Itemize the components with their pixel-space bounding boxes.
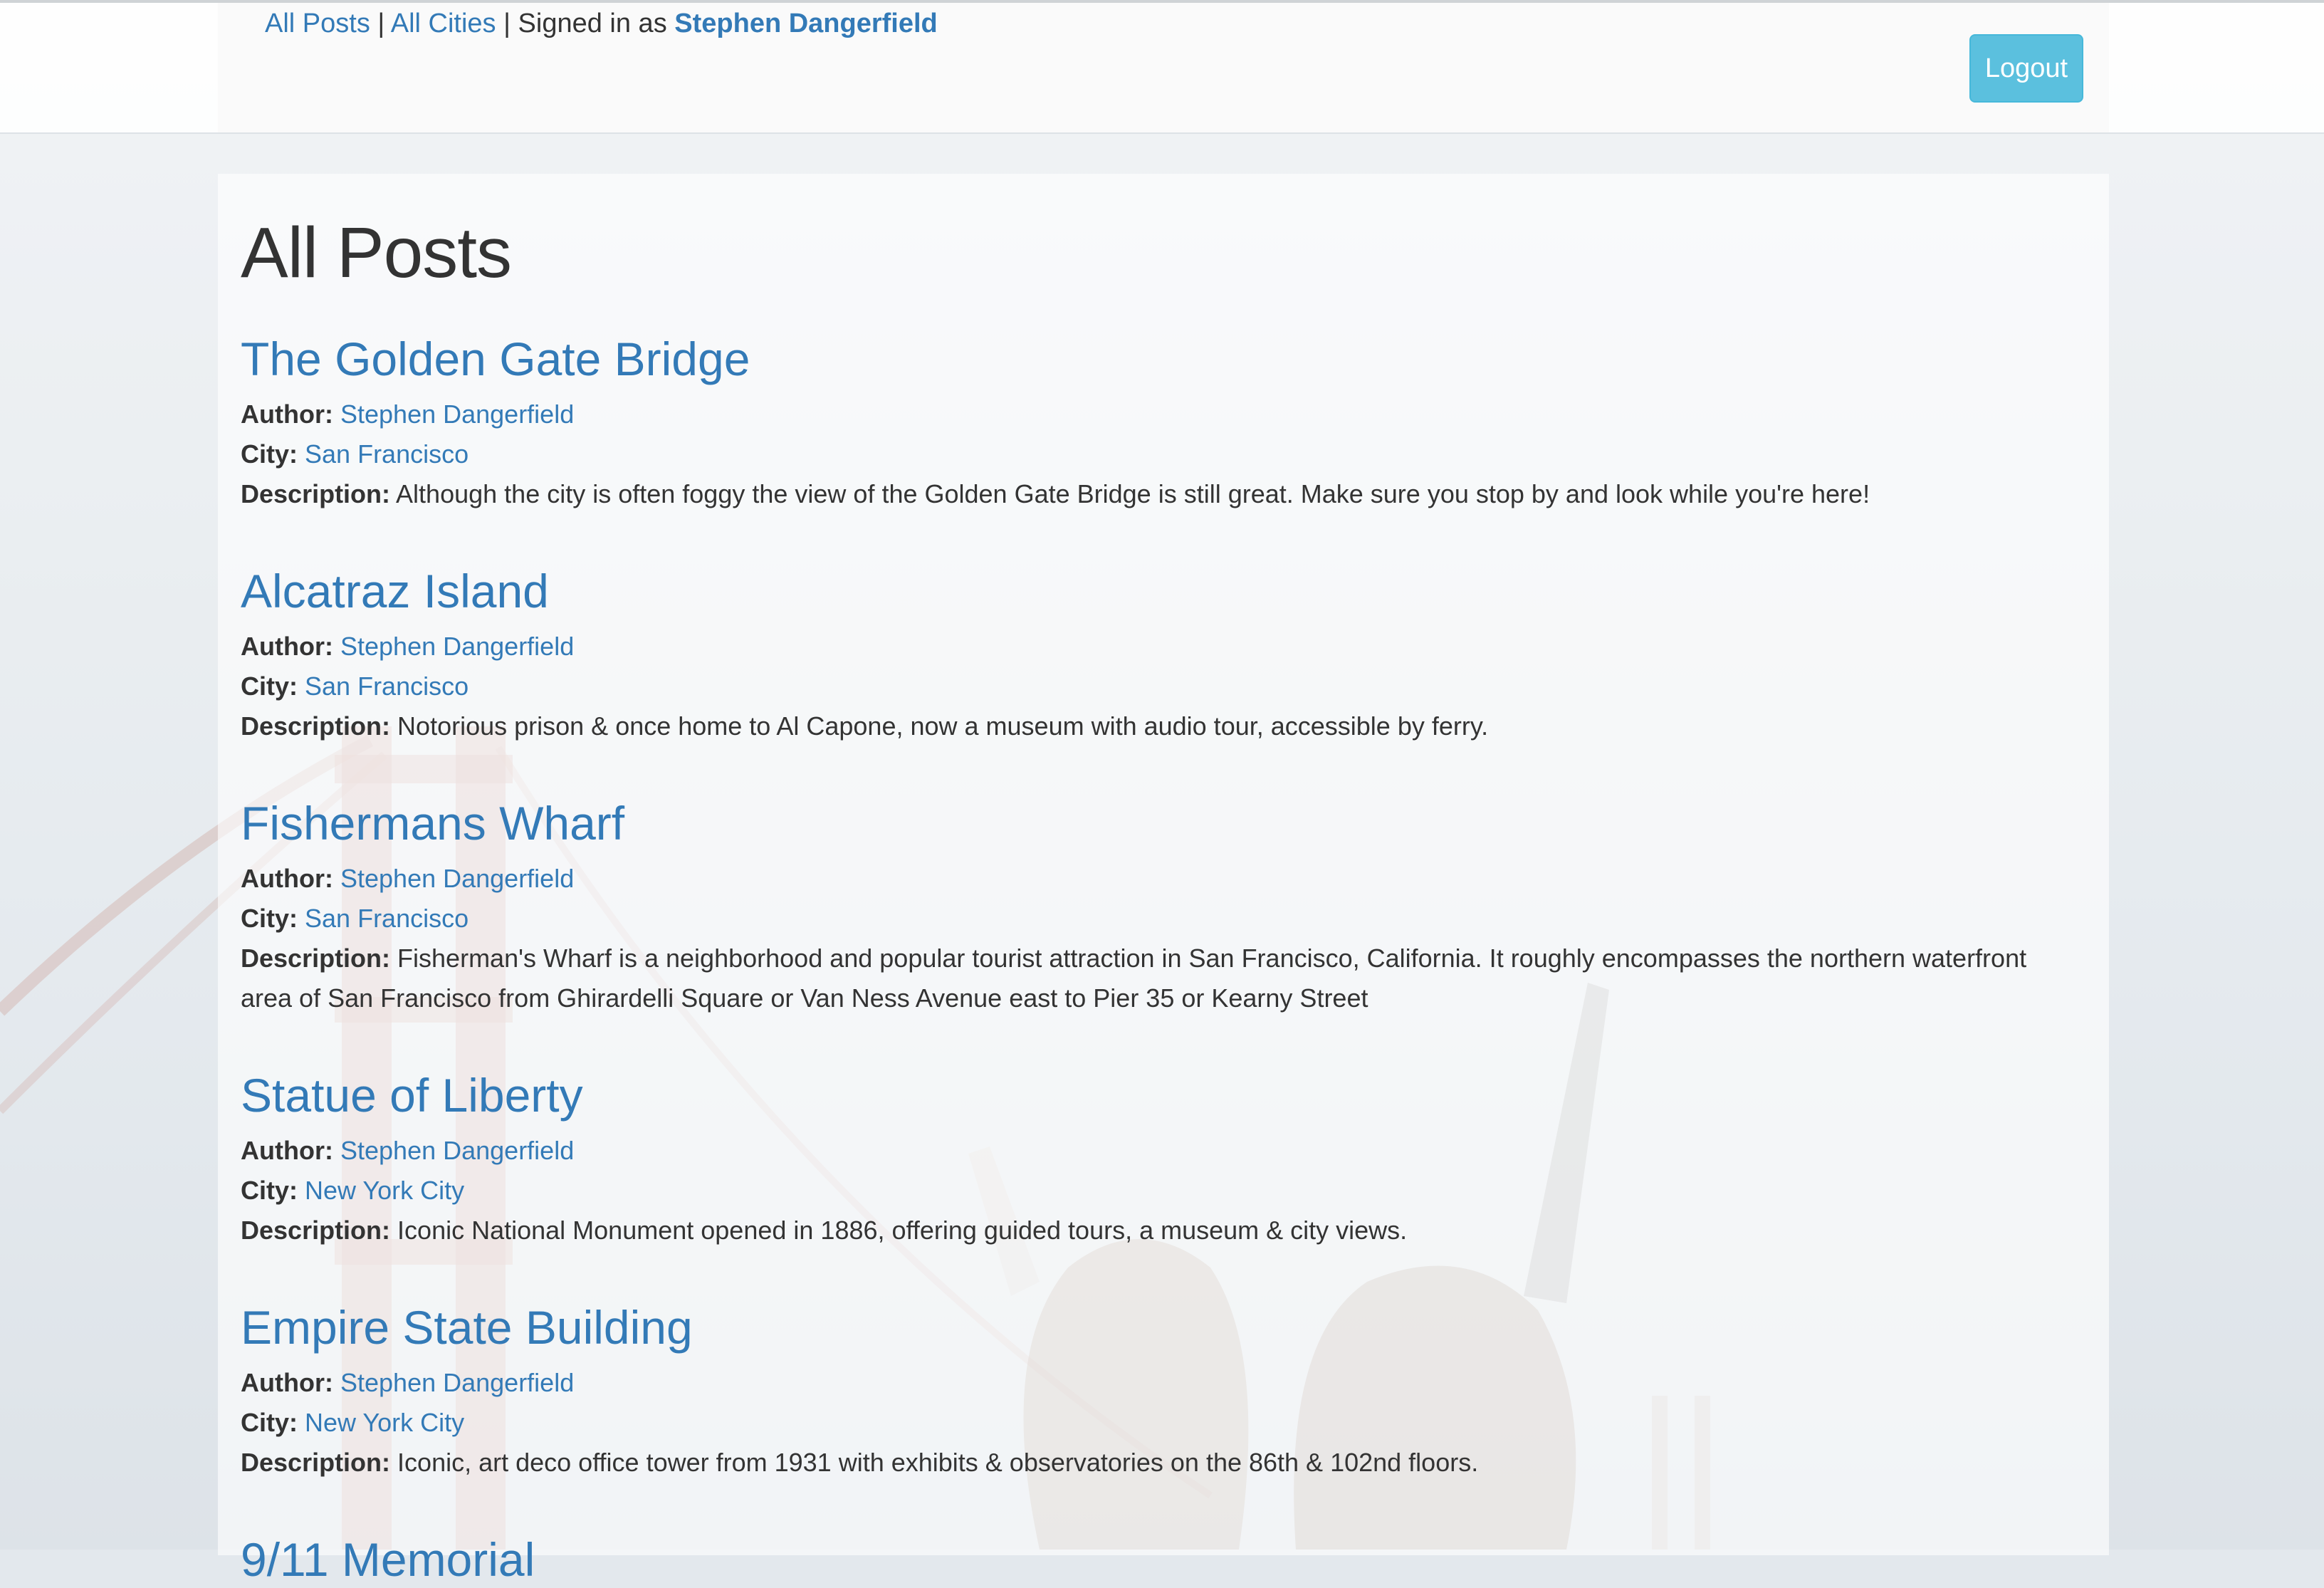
logout-button[interactable]: Logout bbox=[1969, 34, 2083, 103]
post-city-link[interactable]: New York City bbox=[305, 1176, 464, 1205]
post-author-link[interactable]: Stephen Dangerfield bbox=[340, 1136, 574, 1165]
post-city-link[interactable]: New York City bbox=[305, 1408, 464, 1437]
post-city-link[interactable]: San Francisco bbox=[305, 439, 469, 469]
nav-separator: | bbox=[377, 9, 385, 38]
post-description: Iconic National Monument opened in 1886,… bbox=[397, 1216, 1408, 1245]
post-meta: Author: Stephen Dangerfield City: San Fr… bbox=[241, 859, 2085, 1018]
post-description: Fisherman's Wharf is a neighborhood and … bbox=[241, 944, 2027, 1013]
post-title-link[interactable]: Fishermans Wharf bbox=[241, 795, 2085, 852]
nav-separator: | bbox=[503, 9, 511, 38]
page-title: All Posts bbox=[241, 213, 512, 293]
post-meta: Author: Stephen Dangerfield City: San Fr… bbox=[241, 627, 2085, 746]
author-label: Author: bbox=[241, 399, 333, 429]
post-meta: Author: Stephen Dangerfield City: New Yo… bbox=[241, 1131, 2085, 1250]
navbar: All Posts | All Cities | Signed in as St… bbox=[0, 3, 2324, 134]
post-item: Alcatraz Island Author: Stephen Dangerfi… bbox=[241, 563, 2085, 746]
author-label: Author: bbox=[241, 632, 333, 661]
post-description: Although the city is often foggy the vie… bbox=[396, 479, 1870, 508]
post-description: Iconic, art deco office tower from 1931 … bbox=[397, 1448, 1479, 1477]
signed-in-label: Signed in as bbox=[518, 9, 667, 38]
nav-all-posts-link[interactable]: All Posts bbox=[265, 9, 370, 38]
post-title-link[interactable]: The Golden Gate Bridge bbox=[241, 330, 2085, 387]
description-label: Description: bbox=[241, 479, 391, 508]
navbar-container: All Posts | All Cities | Signed in as St… bbox=[218, 3, 2109, 132]
post-item: Fishermans Wharf Author: Stephen Dangerf… bbox=[241, 795, 2085, 1018]
author-label: Author: bbox=[241, 1136, 333, 1165]
post-author-link[interactable]: Stephen Dangerfield bbox=[340, 1368, 574, 1397]
description-label: Description: bbox=[241, 944, 391, 973]
posts-panel: All Posts The Golden Gate Bridge Author:… bbox=[218, 174, 2109, 1586]
post-item: Empire State Building Author: Stephen Da… bbox=[241, 1299, 2085, 1483]
post-meta: Author: Stephen Dangerfield City: New Yo… bbox=[241, 1363, 2085, 1483]
author-label: Author: bbox=[241, 864, 333, 893]
post-city-link[interactable]: San Francisco bbox=[305, 672, 469, 701]
description-label: Description: bbox=[241, 711, 391, 741]
nav-all-cities-link[interactable]: All Cities bbox=[391, 9, 496, 38]
post-author-link[interactable]: Stephen Dangerfield bbox=[340, 632, 574, 661]
city-label: City: bbox=[241, 672, 298, 701]
post-title-link[interactable]: Empire State Building bbox=[241, 1299, 2085, 1356]
author-label: Author: bbox=[241, 1368, 333, 1397]
city-label: City: bbox=[241, 904, 298, 933]
post-meta: Author: Stephen Dangerfield City: San Fr… bbox=[241, 395, 2085, 514]
city-label: City: bbox=[241, 439, 298, 469]
post-city-link[interactable]: San Francisco bbox=[305, 904, 469, 933]
post-title-link[interactable]: 9/11 Memorial bbox=[241, 1531, 2085, 1588]
description-label: Description: bbox=[241, 1216, 391, 1245]
post-author-link[interactable]: Stephen Dangerfield bbox=[340, 864, 574, 893]
post-author-link[interactable]: Stephen Dangerfield bbox=[340, 399, 574, 429]
city-label: City: bbox=[241, 1176, 298, 1205]
signed-in-user-link[interactable]: Stephen Dangerfield bbox=[674, 9, 938, 38]
city-label: City: bbox=[241, 1408, 298, 1437]
post-item: 9/11 Memorial bbox=[241, 1531, 2085, 1588]
top-border bbox=[0, 0, 2324, 3]
post-description: Notorious prison & once home to Al Capon… bbox=[397, 711, 1489, 741]
nav-links: All Posts | All Cities | Signed in as St… bbox=[265, 9, 938, 39]
post-item: Statue of Liberty Author: Stephen Danger… bbox=[241, 1067, 2085, 1250]
description-label: Description: bbox=[241, 1448, 391, 1477]
post-title-link[interactable]: Statue of Liberty bbox=[241, 1067, 2085, 1124]
post-item: The Golden Gate Bridge Author: Stephen D… bbox=[241, 330, 2085, 514]
post-title-link[interactable]: Alcatraz Island bbox=[241, 563, 2085, 620]
